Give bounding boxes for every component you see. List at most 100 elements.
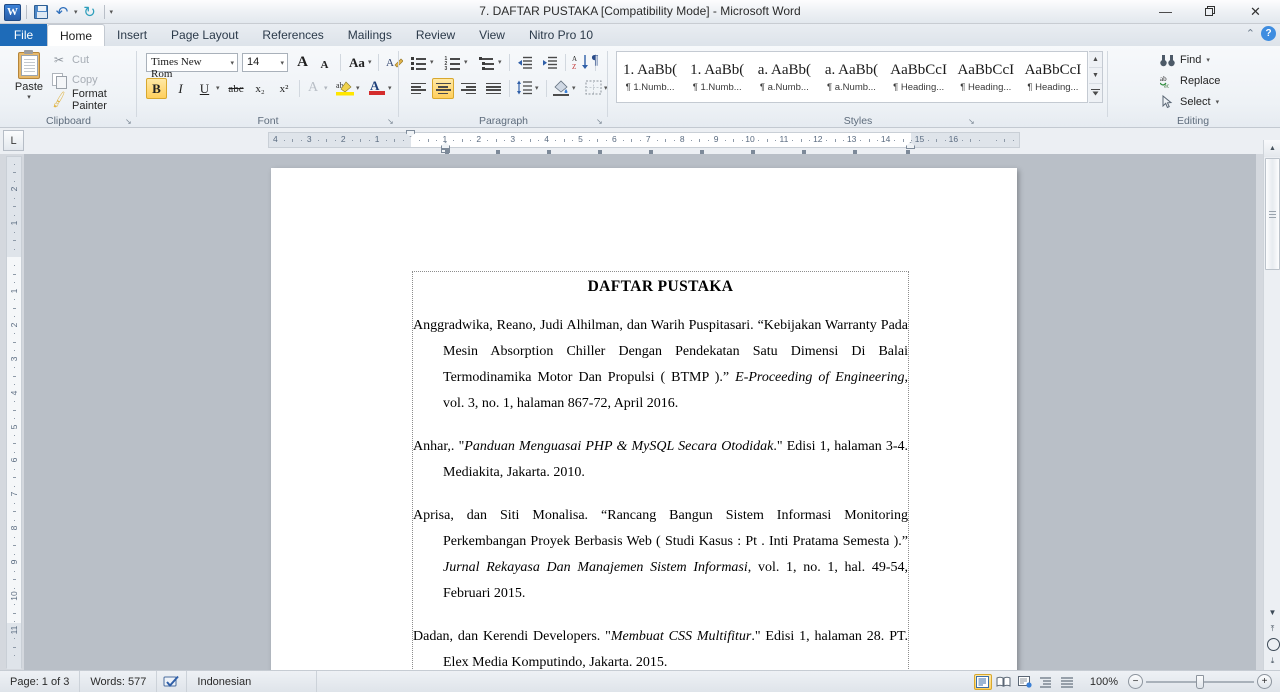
decrease-indent-button[interactable] bbox=[514, 52, 536, 73]
tab-file[interactable]: File bbox=[0, 24, 47, 46]
tab-home[interactable]: Home bbox=[47, 24, 106, 46]
text-effects-button[interactable]: A bbox=[303, 77, 323, 98]
shading-dropdown-icon[interactable]: ▾ bbox=[572, 84, 576, 92]
reference-entry[interactable]: Anggradwika, Reano, Judi Alhilman, dan W… bbox=[413, 313, 908, 417]
align-center-button[interactable] bbox=[432, 78, 454, 99]
font-size-input[interactable]: 14 ▾ bbox=[242, 53, 288, 72]
superscript-button[interactable]: x² bbox=[273, 78, 295, 99]
restore-button[interactable] bbox=[1188, 0, 1233, 23]
zoom-slider-thumb[interactable] bbox=[1196, 674, 1204, 689]
style-item[interactable]: 1. AaBb( ¶ 1.Numb... bbox=[617, 52, 685, 102]
text-effects-dropdown-icon[interactable]: ▾ bbox=[324, 84, 328, 92]
cut-button[interactable]: ✂ Cut bbox=[48, 50, 137, 70]
numbering-button[interactable]: 1 2 3 bbox=[441, 52, 463, 73]
shading-button[interactable] bbox=[550, 77, 572, 98]
full-screen-reading-view-button[interactable] bbox=[995, 674, 1013, 690]
italic-button[interactable]: I bbox=[170, 78, 191, 99]
tab-view[interactable]: View bbox=[467, 24, 517, 46]
reference-entry[interactable]: Dadan, dan Kerendi Developers. "Membuat … bbox=[413, 624, 908, 676]
find-dropdown-icon[interactable]: ▾ bbox=[1206, 56, 1210, 64]
style-item[interactable]: 1. AaBb( ¶ 1.Numb... bbox=[684, 52, 752, 102]
replace-button[interactable]: ab ac Replace bbox=[1159, 73, 1220, 89]
draft-view-button[interactable] bbox=[1058, 674, 1076, 690]
select-button[interactable]: Select ▾ bbox=[1159, 94, 1219, 110]
style-item[interactable]: AaBbCcI ¶ Heading... bbox=[886, 52, 953, 102]
previous-page-button[interactable]: ⤒ bbox=[1265, 621, 1280, 636]
zoom-out-button[interactable]: − bbox=[1128, 674, 1143, 689]
tab-stop-selector[interactable]: L bbox=[3, 130, 24, 151]
style-item[interactable]: a. AaBb( ¶ a.Numb... bbox=[818, 52, 886, 102]
text-highlight-button[interactable]: ab bbox=[334, 77, 356, 98]
subscript-button[interactable]: x₂ bbox=[249, 78, 271, 99]
style-item[interactable]: AaBbCcI ¶ Heading... bbox=[1020, 52, 1087, 102]
font-color-dropdown-icon[interactable]: ▾ bbox=[388, 84, 392, 92]
vertical-ruler[interactable]: 2 1 1 2 3 4 5 6 7 8 9 10 11 bbox=[6, 156, 22, 669]
justify-button[interactable] bbox=[482, 78, 504, 99]
minimize-button[interactable]: — bbox=[1143, 0, 1188, 23]
styles-scroll-up-button[interactable]: ▲ bbox=[1089, 52, 1102, 68]
styles-gallery[interactable]: 1. AaBb( ¶ 1.Numb... 1. AaBb( ¶ 1.Numb..… bbox=[616, 51, 1088, 103]
font-name-input[interactable]: Times New Rom ▾ bbox=[146, 53, 238, 80]
paste-button[interactable]: Paste ▾ bbox=[8, 50, 50, 101]
document-canvas[interactable]: DAFTAR PUSTAKA Anggradwika, Reano, Judi … bbox=[24, 154, 1256, 692]
bold-button[interactable]: B bbox=[146, 78, 167, 99]
select-dropdown-icon[interactable]: ▾ bbox=[1216, 98, 1220, 106]
vertical-scrollbar[interactable]: ▲ ▼ ⤒ ⤓ bbox=[1263, 140, 1280, 670]
styles-scroll-down-button[interactable]: ▼ bbox=[1089, 68, 1102, 84]
styles-dialog-launcher-icon[interactable]: ↘ bbox=[968, 117, 977, 126]
clipboard-dialog-launcher-icon[interactable]: ↘ bbox=[125, 117, 134, 126]
tab-mailings[interactable]: Mailings bbox=[336, 24, 404, 46]
multilevel-list-button[interactable] bbox=[475, 52, 497, 73]
paste-dropdown-icon[interactable]: ▾ bbox=[8, 93, 50, 101]
style-item[interactable]: a. AaBb( ¶ a.Numb... bbox=[751, 52, 819, 102]
web-layout-view-button[interactable] bbox=[1016, 674, 1034, 690]
change-case-button[interactable]: Aa bbox=[346, 52, 368, 73]
tab-review[interactable]: Review bbox=[404, 24, 467, 46]
copy-button[interactable]: Copy bbox=[48, 70, 137, 90]
select-browse-object-button[interactable] bbox=[1265, 637, 1280, 652]
reference-entry[interactable]: Anhar,. "Panduan Menguasai PHP & MySQL S… bbox=[413, 434, 908, 486]
tab-insert[interactable]: Insert bbox=[105, 24, 159, 46]
numbering-dropdown-icon[interactable]: ▾ bbox=[464, 58, 468, 66]
scrollbar-thumb[interactable] bbox=[1265, 158, 1280, 270]
strikethrough-button[interactable]: abc bbox=[225, 78, 247, 99]
reference-entry[interactable]: Aprisa, dan Siti Monalisa. “Rancang Bang… bbox=[413, 503, 908, 607]
chevron-down-icon[interactable]: ▾ bbox=[230, 59, 234, 67]
minimize-ribbon-icon[interactable]: ⌃ bbox=[1246, 27, 1255, 40]
close-button[interactable]: ✕ bbox=[1233, 0, 1278, 23]
language-indicator[interactable]: Indonesian bbox=[187, 670, 318, 692]
format-painter-button[interactable]: 🖌 Format Painter bbox=[48, 88, 137, 112]
underline-dropdown-icon[interactable]: ▾ bbox=[216, 84, 220, 92]
paragraph-dialog-launcher-icon[interactable]: ↘ bbox=[596, 117, 605, 126]
tab-page-layout[interactable]: Page Layout bbox=[159, 24, 250, 46]
zoom-slider[interactable] bbox=[1146, 674, 1254, 690]
tab-references[interactable]: References bbox=[250, 24, 335, 46]
highlight-dropdown-icon[interactable]: ▾ bbox=[356, 84, 360, 92]
chevron-down-icon[interactable]: ▾ bbox=[280, 59, 284, 67]
styles-more-button[interactable] bbox=[1089, 84, 1102, 100]
multilevel-dropdown-icon[interactable]: ▾ bbox=[498, 58, 502, 66]
document-page[interactable]: DAFTAR PUSTAKA Anggradwika, Reano, Judi … bbox=[271, 168, 1017, 692]
zoom-level-label[interactable]: 100% bbox=[1090, 676, 1118, 688]
line-spacing-dropdown-icon[interactable]: ▾ bbox=[535, 84, 539, 92]
next-page-button[interactable]: ⤓ bbox=[1265, 653, 1280, 668]
bullets-button[interactable] bbox=[407, 52, 429, 73]
scroll-down-button[interactable]: ▼ bbox=[1265, 605, 1280, 620]
font-dialog-launcher-icon[interactable]: ↘ bbox=[387, 117, 396, 126]
proofing-status-button[interactable] bbox=[157, 670, 188, 692]
horizontal-ruler[interactable]: 4 3 2 1 1 2 3 4 5 6 7 8 9 10 11 12 13 14 15 16 bbox=[268, 130, 1020, 154]
grow-font-button[interactable]: A bbox=[292, 52, 313, 73]
style-item[interactable]: AaBbCcI ¶ Heading... bbox=[953, 52, 1020, 102]
page-indicator[interactable]: Page: 1 of 3 bbox=[0, 670, 81, 692]
line-spacing-button[interactable] bbox=[513, 77, 535, 98]
print-layout-view-button[interactable] bbox=[973, 673, 992, 690]
tab-nitro-pro[interactable]: Nitro Pro 10 bbox=[517, 24, 605, 46]
underline-button[interactable]: U bbox=[194, 78, 215, 99]
borders-button[interactable] bbox=[582, 77, 604, 98]
find-button[interactable]: Find ▾ bbox=[1159, 52, 1210, 68]
outline-view-button[interactable] bbox=[1037, 674, 1055, 690]
increase-indent-button[interactable] bbox=[539, 52, 561, 73]
align-left-button[interactable] bbox=[407, 78, 429, 99]
font-color-button[interactable]: A bbox=[366, 76, 388, 97]
bullets-dropdown-icon[interactable]: ▾ bbox=[430, 58, 434, 66]
